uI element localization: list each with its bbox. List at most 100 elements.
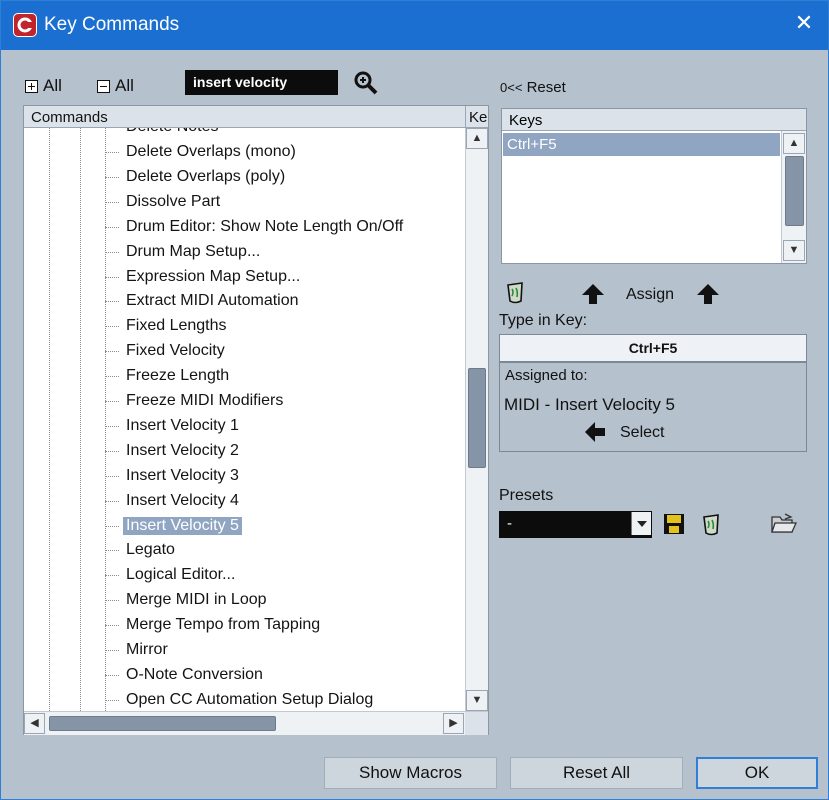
tree-connector: [105, 276, 119, 278]
list-item[interactable]: Delete Notes: [97, 128, 463, 140]
tree-connector: [105, 152, 119, 153]
list-item[interactable]: Logical Editor...: [97, 563, 463, 588]
list-item[interactable]: Freeze Length: [97, 364, 463, 389]
search-input[interactable]: insert velocity: [185, 70, 338, 95]
list-item-label: Freeze MIDI Modifiers: [126, 392, 284, 409]
key-commands-window: Key Commands ✕ All All insert velocity 0…: [0, 0, 829, 800]
list-item-label: Drum Editor: Show Note Length On/Off: [126, 217, 404, 235]
list-item-label: Merge Tempo from Tapping: [126, 616, 321, 634]
list-item-label: Dissolve Part: [126, 192, 221, 210]
list-item-label: Insert Velocity 3: [126, 466, 239, 484]
list-item[interactable]: Open CC Automation Setup Dialog: [97, 688, 463, 711]
vertical-scroll-thumb[interactable]: [468, 368, 486, 468]
reset-all-button[interactable]: Reset All: [510, 757, 683, 789]
scroll-right-icon[interactable]: ▶: [443, 713, 464, 734]
list-item-label: Mirror: [126, 641, 168, 658]
arrow-up-icon: [696, 283, 720, 310]
list-item[interactable]: Dissolve Part: [97, 190, 463, 215]
list-item[interactable]: Insert Velocity 2: [97, 439, 463, 464]
list-item[interactable]: Mirror: [97, 638, 463, 663]
tree-connector: [105, 450, 119, 452]
show-macros-button[interactable]: Show Macros: [324, 757, 497, 789]
cubase-logo-icon: [13, 13, 37, 37]
list-item[interactable]: Merge MIDI in Loop: [97, 588, 463, 613]
tree-connector: [105, 650, 119, 651]
list-item[interactable]: O-Note Conversion: [97, 663, 463, 688]
tree-guide-line: [49, 128, 50, 711]
preset-select[interactable]: -: [499, 511, 652, 538]
title-bar[interactable]: Key Commands ✕: [1, 1, 828, 50]
scroll-corner: [465, 712, 488, 735]
list-item-label: O-Note Conversion: [126, 665, 263, 683]
list-item[interactable]: Drum Map Setup...: [97, 240, 463, 265]
close-icon[interactable]: ✕: [792, 11, 816, 35]
expand-all-button[interactable]: All: [25, 76, 62, 96]
list-item-label: Delete Overlaps (poly): [126, 167, 286, 185]
list-item[interactable]: Extract MIDI Automation: [97, 289, 463, 314]
reset-prefix: 0<<: [500, 80, 523, 95]
scroll-up-icon[interactable]: ▲: [466, 128, 488, 149]
type-in-key-label: Type in Key:: [499, 312, 588, 329]
key-item[interactable]: Ctrl+F5: [503, 133, 780, 156]
list-item-label: Insert Velocity 4: [126, 491, 239, 509]
list-item[interactable]: Merge Tempo from Tapping: [97, 613, 463, 638]
list-item[interactable]: Fixed Velocity: [97, 339, 463, 364]
keys-scroll-up-icon[interactable]: ▲: [783, 133, 805, 154]
commands-column-header[interactable]: Commands: [24, 106, 465, 128]
commands-horizontal-scrollbar[interactable]: ◀ ▶: [24, 711, 488, 735]
keys-scroll-thumb[interactable]: [785, 156, 804, 226]
save-preset-icon[interactable]: [663, 513, 685, 540]
list-item-label: Legato: [126, 541, 175, 559]
scroll-down-icon[interactable]: ▼: [466, 690, 488, 711]
list-item-selected[interactable]: Insert Velocity 5: [97, 514, 463, 539]
keys-header: Keys: [502, 109, 806, 131]
tree-connector: [105, 425, 119, 427]
trash-delete-preset-icon[interactable]: [701, 512, 721, 541]
list-item-label: Delete Notes: [123, 128, 222, 136]
tree-connector: [105, 600, 119, 602]
horizontal-scroll-thumb[interactable]: [49, 716, 276, 731]
chevron-down-icon[interactable]: [631, 512, 651, 535]
select-button[interactable]: Select: [620, 424, 664, 442]
tree-connector: [105, 500, 119, 502]
scroll-left-icon[interactable]: ◀: [24, 713, 45, 734]
arrow-up-icon: [581, 283, 605, 310]
reset-button[interactable]: 0<< Reset: [500, 79, 566, 96]
list-item[interactable]: Insert Velocity 4: [97, 489, 463, 514]
ok-button[interactable]: OK: [696, 757, 818, 789]
commands-vertical-scrollbar[interactable]: ▲ ▼: [465, 128, 488, 711]
preset-selected-value: -: [507, 515, 512, 532]
list-item-label: Drum Map Setup...: [126, 242, 261, 260]
type-in-key-field[interactable]: Ctrl+F5: [499, 334, 807, 362]
list-item[interactable]: Insert Velocity 3: [97, 464, 463, 489]
tree-connector: [105, 475, 119, 477]
list-item-label: Insert Velocity 1: [126, 416, 239, 434]
tree-connector: [105, 575, 119, 577]
tree-connector: [105, 251, 119, 253]
list-item[interactable]: Freeze MIDI Modifiers: [97, 389, 463, 414]
list-item[interactable]: Legato: [97, 538, 463, 563]
assigned-to-value: MIDI - Insert Velocity 5: [504, 395, 675, 414]
list-item-label: Insert Velocity 5: [123, 516, 242, 535]
tree-connector: [105, 376, 119, 378]
list-item-label: Expression Map Setup...: [126, 267, 301, 285]
list-item[interactable]: Expression Map Setup...: [97, 265, 463, 290]
keys-list: Keys Ctrl+F5 ▲ ▼: [501, 108, 807, 264]
keys-column-header[interactable]: Ke: [465, 106, 488, 128]
assigned-to-panel: Assigned to: MIDI - Insert Velocity 5 Se…: [499, 362, 807, 452]
tree-connector: [105, 525, 119, 527]
tree-connector: [105, 550, 119, 552]
zoom-search-icon[interactable]: [353, 70, 379, 96]
list-item[interactable]: Insert Velocity 1: [97, 414, 463, 439]
list-item[interactable]: Drum Editor: Show Note Length On/Off: [97, 215, 463, 240]
trash-delete-icon[interactable]: [505, 280, 525, 309]
presets-label: Presets: [499, 487, 554, 504]
collapse-all-button[interactable]: All: [97, 76, 134, 96]
assign-button[interactable]: Assign: [626, 286, 674, 304]
list-item[interactable]: Fixed Lengths: [97, 314, 463, 339]
keys-vertical-scrollbar[interactable]: ▲ ▼: [781, 131, 806, 263]
folder-open-icon[interactable]: [771, 513, 798, 540]
keys-scroll-down-icon[interactable]: ▼: [783, 240, 805, 261]
list-item[interactable]: Delete Overlaps (mono): [97, 140, 463, 165]
list-item[interactable]: Delete Overlaps (poly): [97, 165, 463, 190]
